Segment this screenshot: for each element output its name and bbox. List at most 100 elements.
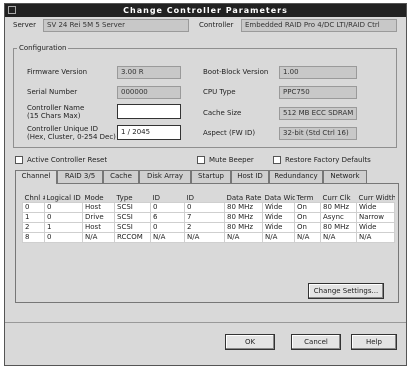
- window-title: Change Controller Parameters: [123, 6, 288, 15]
- active-reset-checkbox[interactable]: [15, 156, 23, 164]
- title-bar[interactable]: Change Controller Parameters: [5, 4, 406, 17]
- table-cell: 1: [22, 212, 45, 223]
- table-cell: SCSI: [114, 212, 151, 223]
- server-field: SV 24 Rei 5M 5 Server: [43, 19, 189, 32]
- table-row[interactable]: 1 0 Drive SCSI 6 7 80 MHz Wide On Async …: [22, 212, 395, 223]
- column-header[interactable]: Curr Width: [357, 194, 395, 203]
- table-cell: 0: [184, 202, 225, 213]
- tab-cache[interactable]: Cache: [103, 170, 139, 183]
- column-header[interactable]: Logical ID: [45, 194, 83, 203]
- table-cell: 0: [150, 202, 185, 213]
- mute-beeper-checkbox[interactable]: [197, 156, 205, 164]
- table-cell: N/A: [356, 232, 395, 243]
- window-menu-icon[interactable]: [8, 6, 16, 14]
- unique-id-input[interactable]: 1 / 2045: [117, 125, 181, 140]
- ok-button[interactable]: OK: [225, 334, 275, 350]
- tab-redundancy[interactable]: Redundancy: [269, 170, 323, 183]
- table-header-row: Chnl # Logical ID Mode Type ID ID Data R…: [23, 194, 395, 203]
- change-settings-button[interactable]: Change Settings...: [308, 283, 384, 299]
- tab-raid[interactable]: RAID 3/5: [57, 170, 103, 183]
- table-row[interactable]: 0 0 Host SCSI 0 0 80 MHz Wide On 80 MHz …: [22, 202, 395, 213]
- table-cell: 7: [184, 212, 225, 223]
- unique-id-label: Controller Unique ID (Hex, Cluster, 0-25…: [27, 125, 116, 141]
- column-header[interactable]: Data Rate: [225, 194, 263, 203]
- table-cell: N/A: [82, 232, 115, 243]
- table-cell: 0: [44, 232, 83, 243]
- tab-startup[interactable]: Startup: [191, 170, 231, 183]
- table-cell: SCSI: [114, 202, 151, 213]
- table-cell: Host: [82, 202, 115, 213]
- configuration-group-title: Configuration: [17, 44, 69, 52]
- table-cell: RCCOM: [114, 232, 151, 243]
- restore-defaults-label: Restore Factory Defaults: [285, 156, 371, 164]
- table-cell: 0: [22, 202, 45, 213]
- table-cell: Narrow: [356, 212, 395, 223]
- table-cell: N/A: [294, 232, 321, 243]
- table-cell: 80 MHz: [224, 212, 263, 223]
- table-cell: 0: [44, 202, 83, 213]
- tab-host-id[interactable]: Host ID: [231, 170, 269, 183]
- serial-label: Serial Number: [27, 88, 78, 96]
- table-cell: N/A: [150, 232, 185, 243]
- channel-panel: Chnl # Logical ID Mode Type ID ID Data R…: [15, 183, 399, 303]
- firmware-label: Firmware Version: [27, 68, 88, 76]
- tab-network[interactable]: Network: [323, 170, 367, 183]
- table-cell: Wide: [356, 202, 395, 213]
- aspect-label: Aspect (FW ID): [203, 129, 256, 137]
- table-cell: Wide: [262, 222, 295, 233]
- cancel-button[interactable]: Cancel: [291, 334, 341, 350]
- column-header[interactable]: Chnl #: [23, 194, 45, 203]
- table-cell: SCSI: [114, 222, 151, 233]
- table-cell: 0: [150, 222, 185, 233]
- active-reset-label: Active Controller Reset: [27, 156, 108, 164]
- table-cell: Host: [82, 222, 115, 233]
- channel-table: Chnl # Logical ID Mode Type ID ID Data R…: [22, 194, 395, 243]
- table-cell: N/A: [320, 232, 357, 243]
- table-cell: 2: [22, 222, 45, 233]
- controller-field: Embedded RAID Pro 4/DC LTI/RAID Ctrl: [241, 19, 397, 32]
- restore-defaults-checkbox[interactable]: [273, 156, 281, 164]
- table-cell: On: [294, 222, 321, 233]
- table-cell: N/A: [224, 232, 263, 243]
- cpu-type-field: PPC750: [279, 86, 357, 99]
- table-cell: 80 MHz: [320, 202, 357, 213]
- help-button[interactable]: Help: [351, 334, 397, 350]
- tab-strip: Channel RAID 3/5 Cache Disk Array Startu…: [15, 170, 399, 184]
- table-cell: Wide: [356, 222, 395, 233]
- footer-divider: [5, 322, 406, 323]
- table-cell: On: [294, 212, 321, 223]
- tab-disk-array[interactable]: Disk Array: [139, 170, 191, 183]
- tab-channel[interactable]: Channel: [15, 170, 57, 184]
- cache-size-label: Cache Size: [203, 109, 242, 117]
- firmware-field: 3.00 R: [117, 66, 181, 79]
- table-row[interactable]: 2 1 Host SCSI 0 2 80 MHz Wide On 80 MHz …: [22, 222, 395, 233]
- table-cell: N/A: [184, 232, 225, 243]
- controller-name-label: Controller Name (15 Chars Max): [27, 104, 85, 120]
- column-header[interactable]: ID: [151, 194, 185, 203]
- table-cell: Async: [320, 212, 357, 223]
- table-cell: 1: [44, 222, 83, 233]
- boot-block-field: 1.00: [279, 66, 357, 79]
- boot-block-label: Boot-Block Version: [203, 68, 269, 76]
- table-cell: 0: [44, 212, 83, 223]
- column-header[interactable]: Data Width: [263, 194, 295, 203]
- column-header[interactable]: Term: [295, 194, 321, 203]
- table-cell: Drive: [82, 212, 115, 223]
- table-cell: Wide: [262, 212, 295, 223]
- mute-beeper-label: Mute Beeper: [209, 156, 254, 164]
- column-header[interactable]: Type: [115, 194, 151, 203]
- column-header[interactable]: Mode: [83, 194, 115, 203]
- controller-name-input[interactable]: [117, 104, 181, 119]
- table-cell: 80 MHz: [224, 222, 263, 233]
- table-cell: 2: [184, 222, 225, 233]
- table-cell: 6: [150, 212, 185, 223]
- table-row[interactable]: 8 0 N/A RCCOM N/A N/A N/A N/A N/A N/A N/…: [22, 232, 395, 243]
- table-cell: 8: [22, 232, 45, 243]
- column-header[interactable]: Curr Clk: [321, 194, 357, 203]
- server-label: Server: [13, 21, 36, 29]
- table-cell: 80 MHz: [224, 202, 263, 213]
- serial-field: 000000: [117, 86, 181, 99]
- column-header[interactable]: ID: [185, 194, 225, 203]
- aspect-field: 32-bit (Std Ctrl 16): [279, 127, 357, 140]
- table-cell: Wide: [262, 202, 295, 213]
